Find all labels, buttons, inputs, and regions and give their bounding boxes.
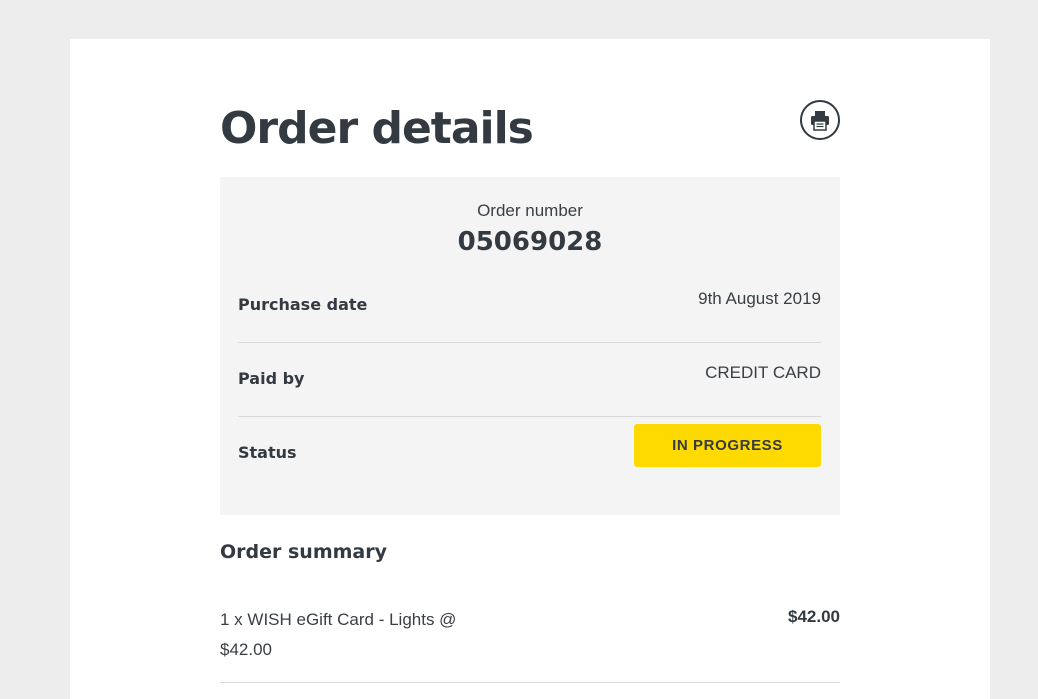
printer-icon	[811, 111, 829, 131]
order-summary-title: Order summary	[220, 541, 388, 563]
line-item-description: 1 x WISH eGift Card - Lights @ $42.00	[220, 610, 457, 659]
status-badge: IN PROGRESS	[634, 424, 821, 467]
order-number: 05069028	[457, 227, 603, 257]
divider	[238, 416, 821, 417]
paid-by-label: Paid by	[238, 369, 305, 388]
paid-by-value: CREDIT CARD	[705, 363, 821, 382]
line-item-price: $42.00	[788, 607, 840, 626]
page-title: Order details	[220, 103, 534, 154]
purchase-date-label: Purchase date	[238, 295, 368, 314]
status-label: Status	[238, 443, 297, 462]
page-card: Order details Order number 05069028 Purc…	[70, 39, 990, 699]
print-button[interactable]	[800, 100, 840, 140]
order-number-label: Order number	[477, 201, 583, 220]
order-info-panel: Order number 05069028 Purchase date 9th …	[220, 177, 840, 515]
divider	[220, 682, 840, 683]
divider	[238, 342, 821, 343]
purchase-date-value: 9th August 2019	[698, 289, 821, 308]
